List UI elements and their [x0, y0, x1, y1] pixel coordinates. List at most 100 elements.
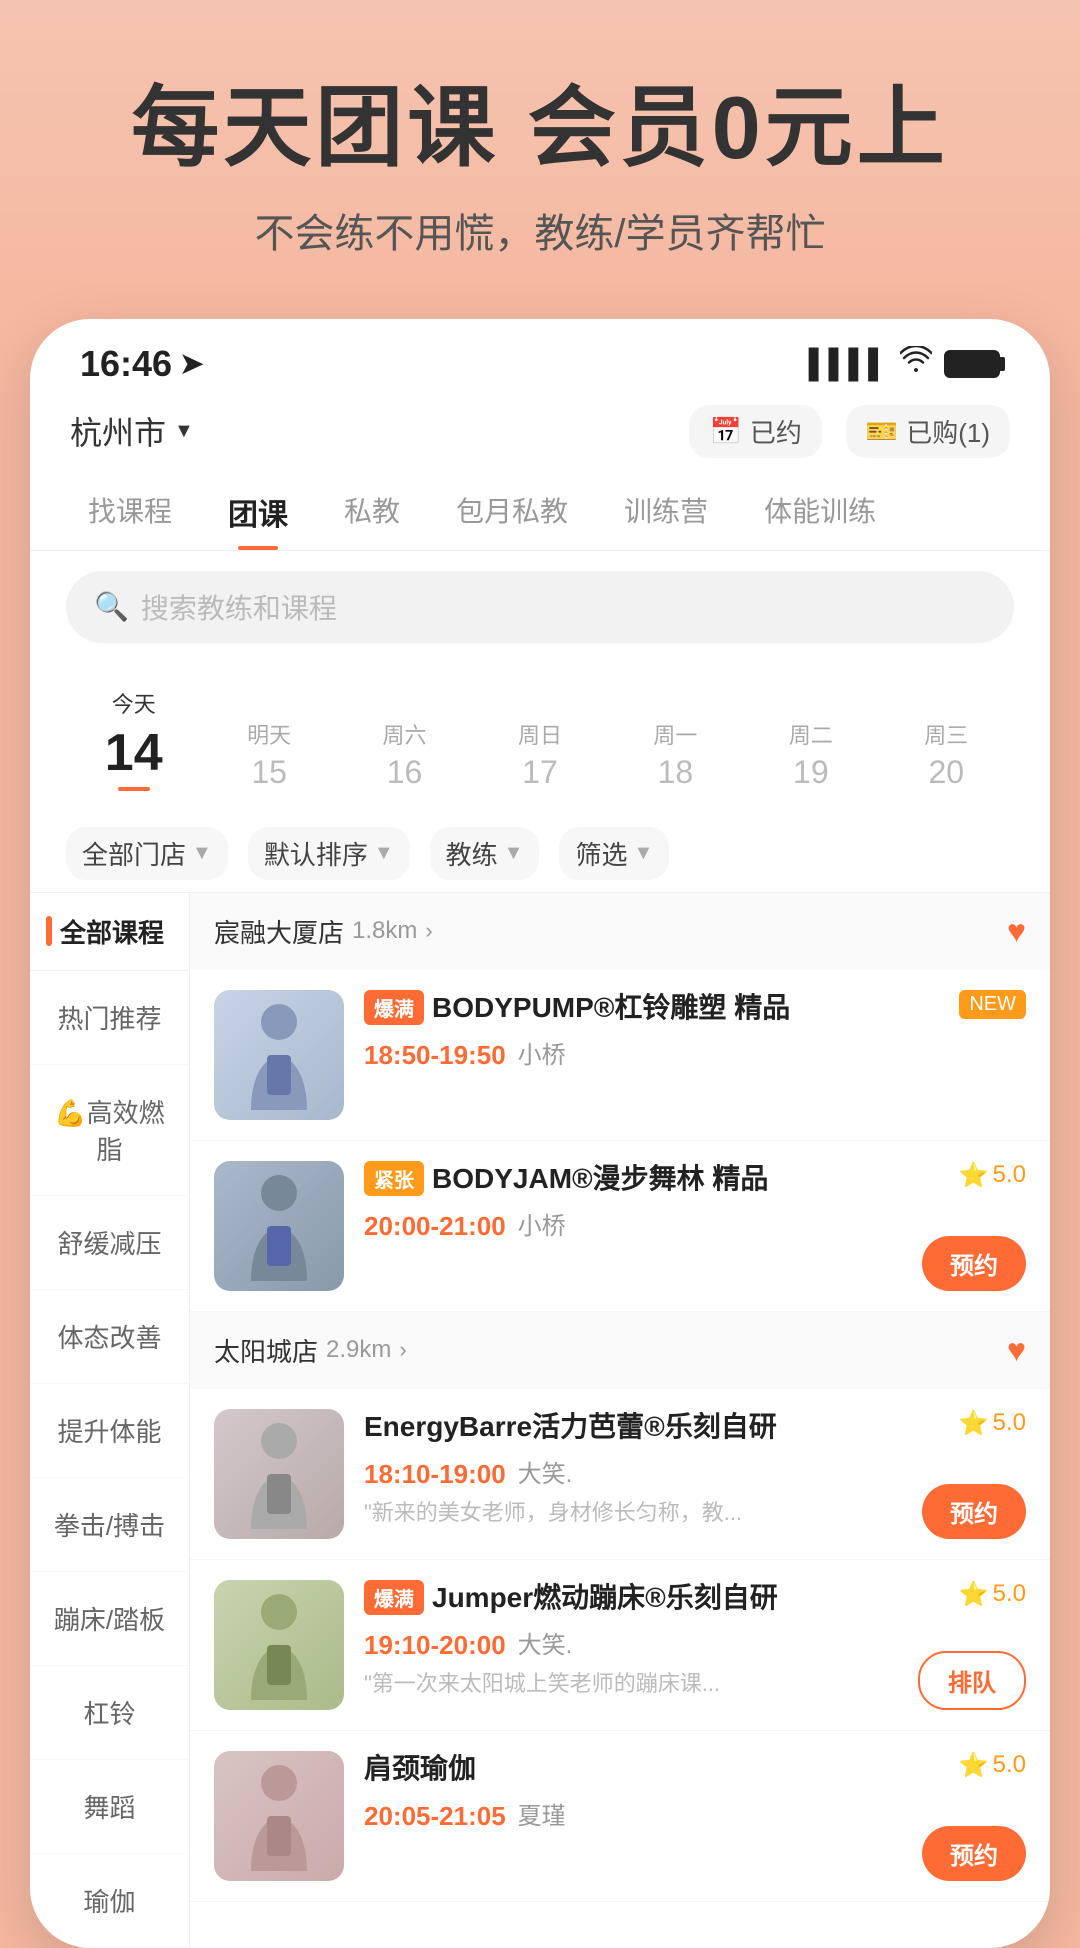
filter-sort[interactable]: 默认排序 ▼ [248, 827, 410, 880]
star-rating-2-3: ⭐ 5.0 [959, 1751, 1026, 1780]
hero-section: 每天团课 会员0元上 不会练不用慌，教练/学员齐帮忙 [0, 0, 1080, 319]
sidebar-item-trampoline[interactable]: 蹦床/踏板 [30, 1572, 189, 1666]
date-sat[interactable]: 周六 16 [337, 710, 472, 799]
date-sun[interactable]: 周日 17 [472, 710, 607, 799]
star-icon-2-3: ⭐ [959, 1751, 989, 1780]
status-bar: 16:46 ➤ ▌▌▌▌ [30, 319, 1050, 397]
course-thumbnail-1-2 [214, 1161, 344, 1291]
tab-group-class[interactable]: 团课 [200, 474, 316, 550]
location-selector[interactable]: 杭州市 ▼ [70, 408, 194, 454]
tab-personal-training[interactable]: 私教 [316, 474, 428, 550]
nav-actions: 📅 已约 🎫 已购(1) [689, 405, 1010, 458]
sidebar-header: 全部课程 [30, 893, 189, 971]
sidebar-item-barbell[interactable]: 杠铃 [30, 1666, 189, 1760]
course-tag-tight: 紧张 [364, 1161, 424, 1196]
search-container: 🔍 搜索教练和课程 [30, 551, 1050, 663]
store-header-1: 宸融大厦店 1.8km › ♥ [190, 893, 1050, 970]
course-card-2-2[interactable]: 爆满 Jumper燃动蹦床®乐刻自研 19:10-20:00 大笑. "第一次来… [190, 1560, 1050, 1731]
sidebar-item-boxing[interactable]: 拳击/搏击 [30, 1478, 189, 1572]
new-badge-1-1: NEW [959, 990, 1026, 1019]
search-bar[interactable]: 🔍 搜索教练和课程 [66, 571, 1014, 643]
course-thumbnail-2-2 [214, 1580, 344, 1710]
store-chevron-icon-2: › [399, 1337, 406, 1363]
store-like-icon-2[interactable]: ♥ [1007, 1332, 1026, 1369]
time-trainer-row-2-3: 20:05-21:05 夏瑾 [364, 1795, 1026, 1832]
date-wed[interactable]: 周三 20 [879, 710, 1014, 799]
time-trainer-row-2-2: 19:10-20:00 大笑. [364, 1624, 1026, 1661]
course-card-1-2[interactable]: 紧张 BODYJAM®漫步舞林 精品 20:00-21:00 小桥 ⭐ 5.0 … [190, 1141, 1050, 1312]
hero-title: 每天团课 会员0元上 [40, 80, 1040, 177]
calendar-icon: 📅 [709, 416, 741, 447]
filter-more-arrow-icon: ▼ [633, 842, 653, 865]
sidebar-item-relax[interactable]: 舒缓减压 [30, 1196, 189, 1290]
sidebar-item-yoga[interactable]: 瑜伽 [30, 1854, 189, 1948]
filter-trainer[interactable]: 教练 ▼ [430, 827, 540, 880]
tab-camp[interactable]: 训练营 [596, 474, 736, 550]
course-list: 全部课程 热门推荐 💪高效燃脂 舒缓减压 体态改善 提升体能 拳击/搏击 蹦床/… [30, 893, 1050, 1948]
date-tue[interactable]: 周二 19 [743, 710, 878, 799]
course-tag-full-2-2: 爆满 [364, 1580, 424, 1615]
filter-trainer-arrow-icon: ▼ [504, 842, 524, 865]
star-rating-2-1: ⭐ 5.0 [959, 1409, 1026, 1438]
book-button-2-1[interactable]: 预约 [922, 1484, 1026, 1539]
store-header-2: 太阳城店 2.9km › ♥ [190, 1312, 1050, 1389]
course-name-row-1-2: 紧张 BODYJAM®漫步舞林 精品 [364, 1161, 1026, 1197]
filter-more[interactable]: 筛选 ▼ [559, 827, 669, 880]
star-icon: ⭐ [959, 1161, 989, 1190]
queue-button-2-2[interactable]: 排队 [918, 1651, 1026, 1710]
signal-icon: ▌▌▌▌ [809, 348, 888, 380]
course-name-row-2-3: 肩颈瑜伽 [364, 1751, 1026, 1787]
tab-monthly-pt[interactable]: 包月私教 [428, 474, 596, 550]
star-icon-2-2: ⭐ [959, 1580, 989, 1609]
date-today[interactable]: 今天 14 [66, 679, 201, 799]
sidebar-item-dance[interactable]: 舞蹈 [30, 1760, 189, 1854]
store-section-2: 太阳城店 2.9km › ♥ [190, 1312, 1050, 1902]
course-card-1-1[interactable]: 爆满 BODYPUMP®杠铃雕塑 精品 18:50-19:50 小桥 NEW [190, 970, 1050, 1141]
sidebar-item-fatburn[interactable]: 💪高效燃脂 [30, 1065, 189, 1196]
filter-sort-arrow-icon: ▼ [374, 842, 394, 865]
course-card-2-3[interactable]: 肩颈瑜伽 20:05-21:05 夏瑾 ⭐ 5.0 预约 [190, 1731, 1050, 1902]
top-nav: 杭州市 ▼ 📅 已约 🎫 已购(1) [30, 397, 1050, 474]
tab-find-course[interactable]: 找课程 [60, 474, 200, 550]
sidebar-item-fitness[interactable]: 提升体能 [30, 1384, 189, 1478]
course-name-row-2-1: EnergyBarre活力芭蕾®乐刻自研 [364, 1409, 1026, 1445]
tab-fitness-training[interactable]: 体能训练 [736, 474, 904, 550]
phone-mockup: 16:46 ➤ ▌▌▌▌ 杭州市 ▼ 📅 已约 [30, 319, 1050, 1948]
store-chevron-icon: › [425, 918, 432, 944]
purchased-button[interactable]: 🎫 已购(1) [846, 405, 1010, 458]
date-selector: 今天 14 明天 15 周六 16 周日 17 周一 18 周二 19 周三 2… [30, 663, 1050, 815]
sidebar-accent [46, 916, 52, 946]
category-sidebar: 全部课程 热门推荐 💪高效燃脂 舒缓减压 体态改善 提升体能 拳击/搏击 蹦床/… [30, 893, 190, 1948]
filter-store[interactable]: 全部门店 ▼ [66, 827, 228, 880]
date-tomorrow[interactable]: 明天 15 [201, 710, 336, 799]
course-info-1-1: 爆满 BODYPUMP®杠铃雕塑 精品 18:50-19:50 小桥 [364, 990, 1026, 1120]
battery-icon [944, 350, 1000, 378]
store-like-icon[interactable]: ♥ [1007, 913, 1026, 950]
status-icons: ▌▌▌▌ [809, 346, 1000, 381]
reserved-button[interactable]: 📅 已约 [689, 405, 821, 458]
course-content: 宸融大厦店 1.8km › ♥ [190, 893, 1050, 1948]
course-tag-full: 爆满 [364, 990, 424, 1025]
time-trainer-row-1-2: 20:00-21:00 小桥 [364, 1205, 1026, 1242]
sidebar-item-posture[interactable]: 体态改善 [30, 1290, 189, 1384]
filter-bar: 全部门店 ▼ 默认排序 ▼ 教练 ▼ 筛选 ▼ [30, 815, 1050, 893]
course-card-2-1[interactable]: EnergyBarre活力芭蕾®乐刻自研 18:10-19:00 大笑. "新来… [190, 1389, 1050, 1560]
date-mon[interactable]: 周一 18 [608, 710, 743, 799]
book-button-2-3[interactable]: 预约 [922, 1826, 1026, 1881]
search-icon: 🔍 [94, 590, 129, 623]
hero-subtitle: 不会练不用慌，教练/学员齐帮忙 [40, 201, 1040, 259]
location-dropdown-icon: ▼ [174, 420, 194, 443]
star-rating-2-2: ⭐ 5.0 [959, 1580, 1026, 1609]
wifi-icon [900, 346, 932, 381]
star-icon-2-1: ⭐ [959, 1409, 989, 1438]
course-name-row-1-1: 爆满 BODYPUMP®杠铃雕塑 精品 [364, 990, 1026, 1026]
course-thumbnail-2-1 [214, 1409, 344, 1539]
ticket-icon: 🎫 [866, 416, 898, 447]
time-trainer-row-2-1: 18:10-19:00 大笑. [364, 1453, 1026, 1490]
sidebar-item-hot[interactable]: 热门推荐 [30, 971, 189, 1065]
store-info-1[interactable]: 宸融大厦店 1.8km › [214, 913, 433, 950]
store-info-2[interactable]: 太阳城店 2.9km › [214, 1332, 407, 1369]
status-time: 16:46 ➤ [80, 343, 204, 385]
book-button-1-2[interactable]: 预约 [922, 1236, 1026, 1291]
course-thumbnail-1-1 [214, 990, 344, 1120]
